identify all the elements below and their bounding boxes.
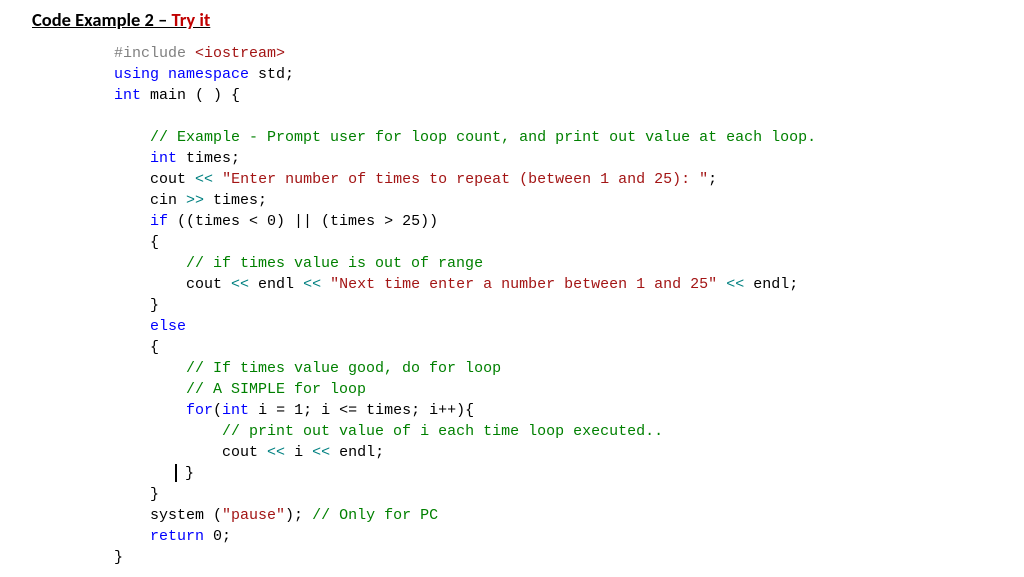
- if-cond: ((times < 0) || (times > 25)): [168, 213, 438, 230]
- kw-int: int: [114, 87, 141, 104]
- kw-using: using: [114, 66, 159, 83]
- semi-1: ;: [708, 171, 717, 188]
- heading-prefix: Code Example 2 –: [32, 8, 172, 31]
- comment-good: // If times value good, do for loop: [186, 360, 501, 377]
- for-open: (: [213, 402, 222, 419]
- using-std: std;: [249, 66, 294, 83]
- kw-else: else: [150, 318, 186, 335]
- sp2: [321, 276, 330, 293]
- kw-namespace: namespace: [159, 66, 249, 83]
- return-val: 0;: [204, 528, 231, 545]
- code-block: #include <iostream> using namespace std;…: [32, 43, 1024, 568]
- comment-oor: // if times value is out of range: [186, 255, 483, 272]
- op-rr-1: >>: [186, 192, 204, 209]
- op-ll-3: <<: [303, 276, 321, 293]
- comment-simple: // A SIMPLE for loop: [186, 381, 366, 398]
- brace-close-1: }: [150, 297, 159, 314]
- pp-header: <iostream>: [186, 45, 285, 62]
- main-sig: main ( ) {: [141, 87, 240, 104]
- text-cursor: [175, 464, 177, 482]
- section-heading: Code Example 2 – Try it: [32, 8, 1024, 31]
- pp-include: #include: [114, 45, 186, 62]
- kw-for: for: [186, 402, 213, 419]
- cout-1: cout: [150, 171, 195, 188]
- cin-1: cin: [150, 192, 186, 209]
- op-ll-4: <<: [726, 276, 744, 293]
- sys-1: system (: [150, 507, 222, 524]
- op-ll-5: <<: [267, 444, 285, 461]
- decl-times: times;: [177, 150, 240, 167]
- op-ll-6: <<: [312, 444, 330, 461]
- op-ll-2: <<: [231, 276, 249, 293]
- str-prompt: "Enter number of times to repeat (betwee…: [222, 171, 708, 188]
- str-pause: "pause": [222, 507, 285, 524]
- sp: [213, 171, 222, 188]
- i-var: i: [285, 444, 312, 461]
- comment-example: // Example - Prompt user for loop count,…: [150, 129, 816, 146]
- kw-int-2: int: [150, 150, 177, 167]
- for-rest: i = 1; i <= times; i++){: [249, 402, 474, 419]
- brace-close-2: }: [185, 465, 194, 482]
- cout-3: cout: [222, 444, 267, 461]
- endl-3: endl;: [330, 444, 384, 461]
- endl-2: endl;: [744, 276, 798, 293]
- str-oor: "Next time enter a number between 1 and …: [330, 276, 717, 293]
- brace-open-1: {: [150, 234, 159, 251]
- comment-print: // print out value of i each time loop e…: [222, 423, 663, 440]
- kw-if: if: [150, 213, 168, 230]
- brace-close-main: }: [114, 549, 123, 566]
- op-ll-1: <<: [195, 171, 213, 188]
- heading-tryit: Try it: [172, 8, 211, 31]
- sp3: [717, 276, 726, 293]
- times-use: times;: [204, 192, 267, 209]
- brace-close-3: }: [150, 486, 159, 503]
- sys-2: );: [285, 507, 312, 524]
- comment-pc: // Only for PC: [312, 507, 438, 524]
- kw-return: return: [150, 528, 204, 545]
- cout-2: cout: [186, 276, 231, 293]
- document-page: Code Example 2 – Try it #include <iostre…: [0, 0, 1024, 568]
- kw-int-for: int: [222, 402, 249, 419]
- endl-1: endl: [249, 276, 303, 293]
- brace-open-2: {: [150, 339, 159, 356]
